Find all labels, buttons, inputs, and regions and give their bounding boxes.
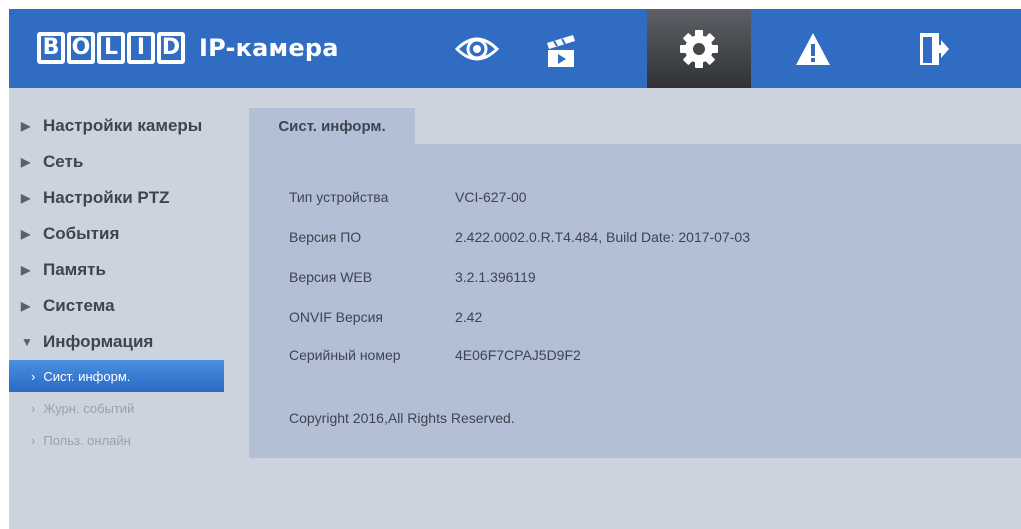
top-header: B O L I D IP-камера: [9, 9, 1021, 88]
sidebar-item-label: Настройки PTZ: [43, 188, 170, 207]
nav-alarm-button[interactable]: [771, 9, 855, 88]
product-title: IP-камера: [199, 34, 339, 62]
logout-icon: [920, 32, 949, 65]
collapse-triangle-icon: ▼: [21, 335, 33, 349]
sidebar-item-label: Сеть: [43, 152, 84, 171]
bolid-logo: B O L I D: [37, 32, 185, 64]
expand-triangle-icon: ▶: [21, 155, 31, 169]
expand-triangle-icon: ▶: [21, 227, 31, 241]
info-row-firmware-version: Версия ПО 2.422.0002.0.R.T4.484, Build D…: [289, 226, 750, 248]
eye-icon: [454, 37, 500, 60]
sidebar-item-ptz[interactable]: ▶ Настройки PTZ: [9, 180, 249, 216]
info-value: 2.422.0002.0.R.T4.484, Build Date: 2017-…: [455, 229, 750, 245]
sidebar-item-label: Настройки камеры: [43, 116, 203, 135]
logo-letter: B: [37, 32, 65, 64]
nav-setup-button[interactable]: [647, 9, 751, 88]
info-label: Версия WEB: [289, 269, 373, 285]
sidebar-subitem-label: Журн. событий: [43, 400, 135, 416]
expand-triangle-icon: ▶: [21, 299, 31, 313]
sidebar-subitem-system-info[interactable]: › Сист. информ.: [9, 360, 224, 392]
sidebar-item-camera-settings[interactable]: ▶ Настройки камеры: [9, 108, 249, 144]
logo: B O L I D IP-камера: [37, 30, 339, 66]
info-value: 2.42: [455, 309, 483, 325]
info-value: 3.2.1.396119: [455, 269, 536, 285]
nav-live-button[interactable]: [435, 9, 519, 88]
warning-icon: [796, 32, 830, 65]
nav-logout-button[interactable]: [889, 9, 973, 88]
sidebar-menu: ▶ Настройки камеры ▶ Сеть ▶ Настройки PT…: [9, 108, 249, 456]
system-info-panel: Тип устройства VCI-627-00 Версия ПО 2.42…: [249, 144, 1021, 458]
info-value: VCI-627-00: [455, 189, 527, 205]
chevron-right-icon: ›: [31, 432, 36, 448]
sidebar-item-events[interactable]: ▶ События: [9, 216, 249, 252]
sidebar-item-storage[interactable]: ▶ Память: [9, 252, 249, 288]
logo-letter: L: [97, 32, 125, 64]
logo-letter: O: [67, 32, 95, 64]
logo-letter: D: [157, 32, 185, 64]
info-label: Тип устройства: [289, 189, 389, 205]
info-value: 4E06F7CPAJ5D9F2: [455, 347, 581, 363]
clapperboard-icon: [547, 34, 575, 67]
expand-triangle-icon: ▶: [21, 119, 31, 133]
sidebar-item-network[interactable]: ▶ Сеть: [9, 144, 249, 180]
chevron-right-icon: ›: [31, 400, 36, 416]
gear-icon: [680, 29, 718, 68]
info-row-onvif-version: ONVIF Версия 2.42: [289, 306, 482, 328]
sidebar-item-label: Информация: [43, 332, 154, 351]
sidebar-subitem-event-log[interactable]: › Журн. событий: [9, 392, 249, 424]
info-row-web-version: Версия WEB 3.2.1.396119: [289, 266, 536, 288]
sidebar-item-information[interactable]: ▼ Информация: [9, 324, 249, 360]
sidebar-item-system[interactable]: ▶ Система: [9, 288, 249, 324]
sidebar-subitem-online-users[interactable]: › Польз. онлайн: [9, 424, 249, 456]
info-row-device-type: Тип устройства VCI-627-00: [289, 186, 527, 208]
sidebar-item-label: События: [43, 224, 120, 243]
expand-triangle-icon: ▶: [21, 191, 31, 205]
chevron-right-icon: ›: [31, 368, 36, 384]
sidebar-item-label: Система: [43, 296, 115, 315]
sidebar-subitem-label: Сист. информ.: [43, 368, 131, 384]
sidebar-subitem-label: Польз. онлайн: [43, 432, 131, 448]
logo-letter: I: [127, 32, 155, 64]
sidebar-item-label: Память: [43, 260, 106, 279]
expand-triangle-icon: ▶: [21, 263, 31, 277]
info-label: Серийный номер: [289, 347, 401, 363]
copyright-text: Copyright 2016,All Rights Reserved.: [289, 410, 515, 426]
tab-system-info[interactable]: Сист. информ.: [249, 108, 415, 144]
info-label: ONVIF Версия: [289, 309, 383, 325]
info-label: Версия ПО: [289, 229, 362, 245]
nav-playback-button[interactable]: [519, 9, 603, 88]
app-frame: B O L I D IP-камера ▶ Настройки камеры ▶…: [9, 9, 1021, 529]
info-row-serial-number: Серийный номер 4E06F7CPAJ5D9F2: [289, 344, 581, 366]
